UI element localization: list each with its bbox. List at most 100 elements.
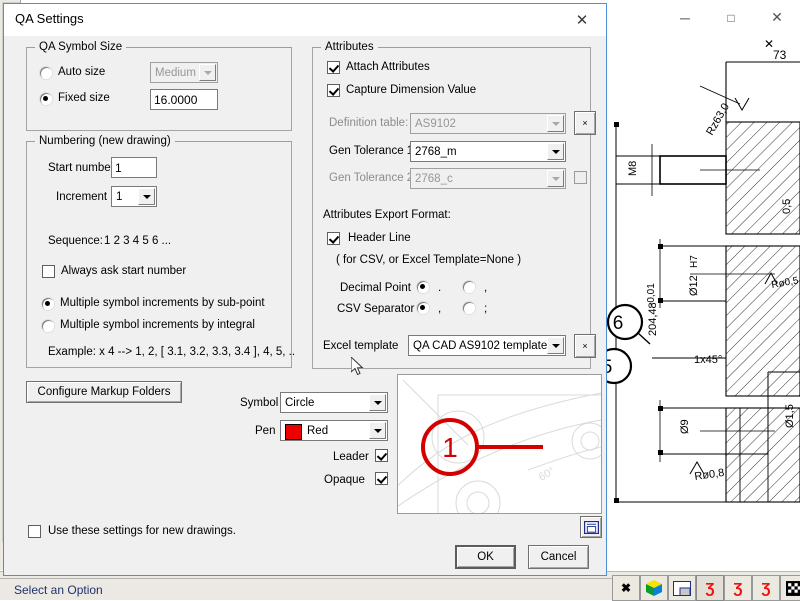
attach-attributes-label: Attach Attributes xyxy=(346,61,430,73)
csv-separator-semicolon-label: ; xyxy=(484,303,487,315)
gen-tolerance-1-combo[interactable]: 2768_m xyxy=(410,141,566,162)
decimal-point-label: Decimal Point xyxy=(340,282,411,294)
svg-text:-0,01: -0,01 xyxy=(646,283,657,306)
excel-template-combo[interactable]: QA CAD AS9102 template xyxy=(408,335,566,356)
pen-combo-value: Red xyxy=(307,423,328,439)
example-label: Example: x 4 --> 1, 2, [ 3.1, 3.2, 3.3, … xyxy=(48,346,295,358)
svg-text:1x45°: 1x45° xyxy=(694,354,722,366)
opaque-label: Opaque xyxy=(324,474,365,486)
leader-label: Leader xyxy=(333,451,369,463)
save-settings-icon[interactable] xyxy=(580,516,602,538)
cancel-button[interactable]: Cancel xyxy=(528,545,589,569)
decimal-point-dot-radio[interactable] xyxy=(417,281,429,293)
close-icon[interactable]: ✕ xyxy=(754,0,800,35)
cube-view-icon[interactable] xyxy=(640,575,668,601)
header-line-label: Header Line xyxy=(348,232,411,244)
start-number-input[interactable]: 1 xyxy=(111,157,157,178)
minimize-icon[interactable]: ─ xyxy=(662,0,708,35)
attach-attributes-checkbox[interactable] xyxy=(327,61,340,74)
definition-table-browse-button[interactable]: × xyxy=(574,111,596,135)
svg-text:60°: 60° xyxy=(537,465,557,483)
fixed-size-label: Fixed size xyxy=(58,92,110,104)
markup-fill-icon[interactable]: Ʒ xyxy=(724,575,752,601)
chevron-down-icon[interactable] xyxy=(138,188,155,205)
definition-table-combo: AS9102 xyxy=(410,113,566,134)
sequence-label: Sequence: xyxy=(48,235,103,247)
leader-checkbox[interactable] xyxy=(375,449,388,462)
sequence-value: 1 2 3 4 5 6 ... xyxy=(104,235,171,247)
auto-size-combo: Medium xyxy=(150,62,218,83)
increment-label: Increment xyxy=(56,191,107,203)
always-ask-checkbox[interactable] xyxy=(42,265,55,278)
header-line-checkbox[interactable] xyxy=(327,232,340,245)
svg-text:Ø1,5: Ø1,5 xyxy=(784,404,796,428)
integral-label: Multiple symbol increments by integral xyxy=(60,319,255,331)
symbol-combo-value: Circle xyxy=(285,395,314,411)
gen-tolerance-2-combo: 2768_c xyxy=(410,168,566,189)
export-format-label: Attributes Export Format: xyxy=(323,209,451,221)
csv-separator-label: CSV Separator xyxy=(337,303,414,315)
markup-layers-icon[interactable]: Ʒ xyxy=(752,575,780,601)
window-layout-icon[interactable] xyxy=(668,575,696,601)
excel-template-browse-button[interactable]: × xyxy=(574,334,596,358)
fixed-size-radio[interactable] xyxy=(40,93,52,105)
header-line-note: ( for CSV, or Excel Template=None ) xyxy=(336,254,521,266)
attributes-legend: Attributes xyxy=(321,41,378,53)
symbol-combo[interactable]: Circle xyxy=(280,392,388,413)
chevron-down-icon[interactable] xyxy=(369,394,386,411)
dialog-title: QA Settings xyxy=(15,11,84,26)
svg-text:Ø12: Ø12 xyxy=(688,275,700,296)
chevron-down-icon xyxy=(547,115,564,132)
svg-text:204,48: 204,48 xyxy=(647,302,659,336)
decimal-point-comma-radio[interactable] xyxy=(463,281,475,293)
definition-table-label: Definition table: xyxy=(329,117,408,129)
mouse-cursor xyxy=(351,357,365,377)
integral-radio[interactable] xyxy=(42,320,54,332)
chevron-down-icon[interactable] xyxy=(369,422,386,439)
symbol-preview: 60° 1 xyxy=(397,374,602,514)
csv-separator-comma-radio[interactable] xyxy=(417,302,429,314)
auto-size-radio[interactable] xyxy=(40,67,52,79)
gen-tolerance-2-checkbox[interactable] xyxy=(574,171,587,184)
csv-separator-comma-label: , xyxy=(438,303,441,315)
pen-combo[interactable]: Red xyxy=(280,420,388,441)
qa-settings-dialog: QA Settings ✕ QA Symbol Size Auto size M… xyxy=(3,3,607,576)
ok-button[interactable]: OK xyxy=(455,545,516,569)
pen-color-swatch xyxy=(285,424,302,440)
gen-tolerance-1-value: 2768_m xyxy=(415,144,457,160)
gen-tolerance-2-value: 2768_c xyxy=(415,171,453,187)
gen-tolerance-1-label: Gen Tolerance 1: xyxy=(329,145,416,157)
decimal-point-comma-label: , xyxy=(484,282,487,294)
qa-symbol-size-legend: QA Symbol Size xyxy=(35,41,126,53)
dialog-close-icon[interactable]: ✕ xyxy=(562,6,602,33)
csv-separator-semicolon-radio[interactable] xyxy=(463,302,475,314)
increment-combo[interactable]: 1 xyxy=(111,186,157,207)
use-settings-label: Use these settings for new drawings. xyxy=(48,525,236,537)
excel-template-label: Excel template xyxy=(323,340,398,352)
maximize-icon[interactable]: □ xyxy=(708,0,754,35)
configure-markup-folders-button[interactable]: Configure Markup Folders xyxy=(26,381,182,403)
fixed-size-input[interactable]: 16.0000 xyxy=(150,89,218,110)
symbol-label: Symbol xyxy=(240,397,278,409)
use-settings-checkbox[interactable] xyxy=(28,525,41,538)
chevron-down-icon[interactable] xyxy=(547,143,564,160)
markup-single-icon[interactable]: Ʒ xyxy=(696,575,724,601)
preview-number: 1 xyxy=(442,432,458,463)
capture-dimension-label: Capture Dimension Value xyxy=(346,84,476,96)
checker-pattern-icon[interactable] xyxy=(780,575,800,601)
sub-point-radio[interactable] xyxy=(42,298,54,310)
opaque-checkbox[interactable] xyxy=(375,472,388,485)
auto-size-label: Auto size xyxy=(58,66,105,78)
svg-text:73: 73 xyxy=(773,48,787,62)
numbering-group: Numbering (new drawing) xyxy=(26,141,292,368)
chevron-down-icon xyxy=(547,170,564,187)
chevron-down-icon[interactable] xyxy=(547,337,564,354)
capture-dimension-checkbox[interactable] xyxy=(327,84,340,97)
pen-label: Pen xyxy=(255,425,275,437)
numbering-legend: Numbering (new drawing) xyxy=(35,135,175,147)
close-markup-icon[interactable]: ✖ xyxy=(612,575,640,601)
svg-text:Ø9: Ø9 xyxy=(679,419,691,434)
excel-template-value: QA CAD AS9102 template xyxy=(413,338,547,354)
svg-text:0,5: 0,5 xyxy=(781,199,793,214)
preview-svg: 60° 1 xyxy=(398,375,601,513)
